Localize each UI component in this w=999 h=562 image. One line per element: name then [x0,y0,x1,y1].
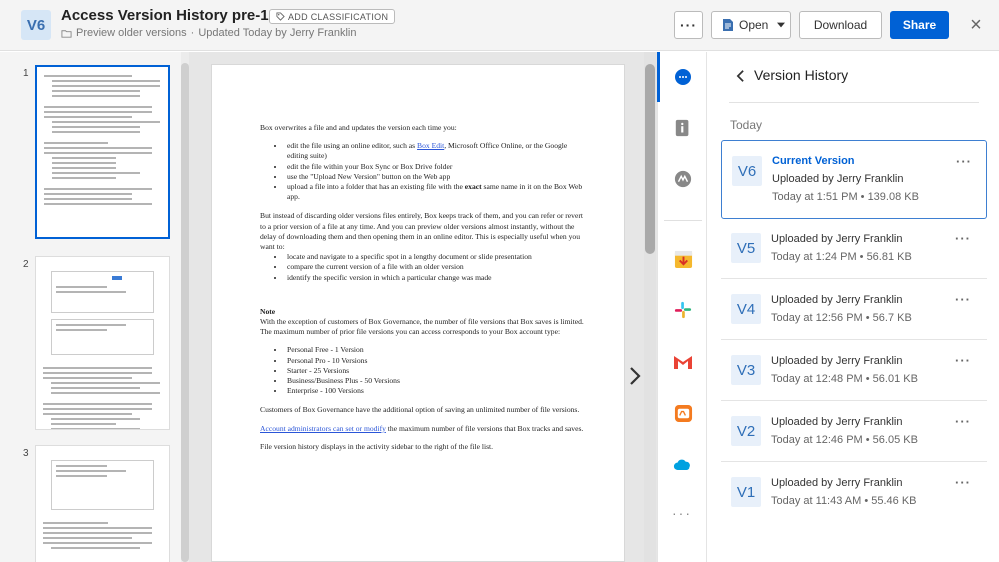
uploaded-by: Uploaded by Jerry Franklin [771,233,903,245]
list-item: locate and navigate to a specific spot i… [285,252,588,262]
folder-link[interactable]: Preview older versions [76,27,187,39]
thumbnail-page[interactable] [35,256,170,430]
version-badge: V1 [731,477,761,507]
document-icon [723,19,733,31]
uploaded-by: Uploaded by Jerry Franklin [771,477,903,489]
add-classification-label: ADD CLASSIFICATION [288,11,389,22]
thumbnail-page[interactable] [35,65,170,239]
updated-info: Updated Today by Jerry Franklin [198,27,357,39]
version-more-button[interactable]: ··· [955,353,971,368]
version-more-button[interactable]: ··· [956,154,972,169]
ringcentral-icon[interactable] [673,403,693,423]
document-scrollbar-thumb[interactable] [645,64,655,254]
sidebar-note: File version history displays in the act… [260,441,494,451]
list-item: edit the file using an online editor, su… [285,141,588,161]
list-item: identify the specific version in which a… [285,273,588,283]
thumbnail-page[interactable] [35,445,170,562]
version-badge: V2 [731,416,761,446]
version-meta: Today at 11:43 AM • 55.46 KB [771,495,917,507]
version-badge: V6 [732,156,762,186]
thumbnail-page-number: 1 [23,68,29,79]
version-more-button[interactable]: ··· [955,231,971,246]
open-label: Open [739,18,769,32]
version-badge: V4 [731,294,761,324]
list-item: upload a file into a folder that has an … [285,182,588,202]
thumbnail-scrollbar-thumb[interactable] [181,63,189,562]
list-item: use the "Upload New Version" button on t… [285,172,588,182]
strip-divider [664,220,702,221]
chevron-right-icon[interactable] [625,364,645,388]
version-meta: Today at 12:48 PM • 56.01 KB [771,373,918,385]
folder-icon [61,29,72,38]
admin-link[interactable]: Account administrators can set or modify [260,424,386,433]
admin-text: Account administrators can set or modify… [260,423,584,433]
file-subtitle: Preview older versions · Updated Today b… [61,27,356,39]
note-heading: Note [260,306,276,316]
slack-icon[interactable] [673,300,693,320]
back-chevron-icon[interactable] [733,67,747,85]
box-sign-icon[interactable] [673,169,693,189]
version-meta: Today at 12:46 PM • 56.05 KB [771,434,918,446]
share-button[interactable]: Share [890,11,949,39]
version-item[interactable]: V5 Uploaded by Jerry Franklin Today at 1… [721,218,987,279]
thumbnail-page-number: 2 [23,259,29,270]
doc-para-2: But instead of discarding older versions… [260,211,583,252]
doc-bullets-1: edit the file using an online editor, su… [260,141,588,202]
current-version-label: Current Version [772,155,855,167]
panel-divider [729,102,979,103]
group-label: Today [730,118,763,132]
download-app-icon[interactable] [673,249,693,269]
list-item: Business/Business Plus - 50 Versions [285,376,588,386]
box-edit-link[interactable]: Box Edit [417,141,444,150]
uploaded-by: Uploaded by Jerry Franklin [771,294,903,306]
governance-text: Customers of Box Governance have the add… [260,405,580,415]
version-item[interactable]: V1 Uploaded by Jerry Franklin Today at 1… [721,462,987,523]
version-meta: Today at 1:51 PM • 139.08 KB [772,191,919,203]
uploaded-by: Uploaded by Jerry Franklin [771,416,903,428]
version-item[interactable]: V6 Current Version Uploaded by Jerry Fra… [721,140,987,219]
doc-intro: Box overwrites a file and and updates th… [260,123,457,132]
list-item: edit the file within your Box Sync or Bo… [285,162,588,172]
tag-icon [276,12,285,21]
list-item: Enterprise - 100 Versions [285,386,588,396]
list-item: compare the current version of a file wi… [285,262,588,272]
info-icon[interactable] [673,118,693,138]
version-meta: Today at 1:24 PM • 56.81 KB [771,251,912,263]
version-meta: Today at 12:56 PM • 56.7 KB [771,312,912,324]
salesforce-icon[interactable] [673,454,693,474]
list-item: Personal Free - 1 Version [285,345,588,355]
chevron-down-icon [777,22,786,28]
download-button[interactable]: Download [799,11,882,39]
version-more-button[interactable]: ··· [955,292,971,307]
plan-list: Personal Free - 1 Version Personal Pro -… [260,345,588,396]
panel-title: Version History [754,67,849,83]
add-classification-button[interactable]: ADD CLASSIFICATION [269,9,396,24]
version-item[interactable]: V2 Uploaded by Jerry Franklin Today at 1… [721,401,987,462]
uploaded-by: Uploaded by Jerry Franklin [771,355,903,367]
version-more-button[interactable]: ··· [955,475,971,490]
thumbnail-panel: 1 2 3 [0,52,181,562]
version-item[interactable]: V4 Uploaded by Jerry Franklin Today at 1… [721,279,987,340]
close-icon[interactable]: × [966,14,986,36]
activity-icon[interactable] [673,67,693,87]
document-page: Box overwrites a file and and updates th… [211,64,625,562]
subtitle-separator: · [190,27,195,39]
list-item: Starter - 25 Versions [285,366,588,376]
version-badge: V3 [731,355,761,385]
open-button[interactable]: Open [711,11,791,39]
more-options-button[interactable]: ··· [674,11,703,39]
version-more-button[interactable]: ··· [955,414,971,429]
thumbnail-page-number: 3 [23,448,29,459]
note-text: With the exception of customers of Box G… [260,317,584,337]
version-item[interactable]: V3 Uploaded by Jerry Franklin Today at 1… [721,340,987,401]
list-item: Personal Pro - 10 Versions [285,356,588,366]
more-integrations-icon[interactable]: ··· [672,505,692,521]
active-tab-indicator [657,52,660,102]
gmail-icon[interactable] [673,352,693,372]
preview-header: V6 Access Version History pre-1.docx ADD… [0,0,999,51]
doc-bullets-2: locate and navigate to a specific spot i… [260,252,588,283]
version-badge: V5 [731,233,761,263]
uploaded-by: Uploaded by Jerry Franklin [772,173,904,185]
version-badge[interactable]: V6 [21,10,51,40]
